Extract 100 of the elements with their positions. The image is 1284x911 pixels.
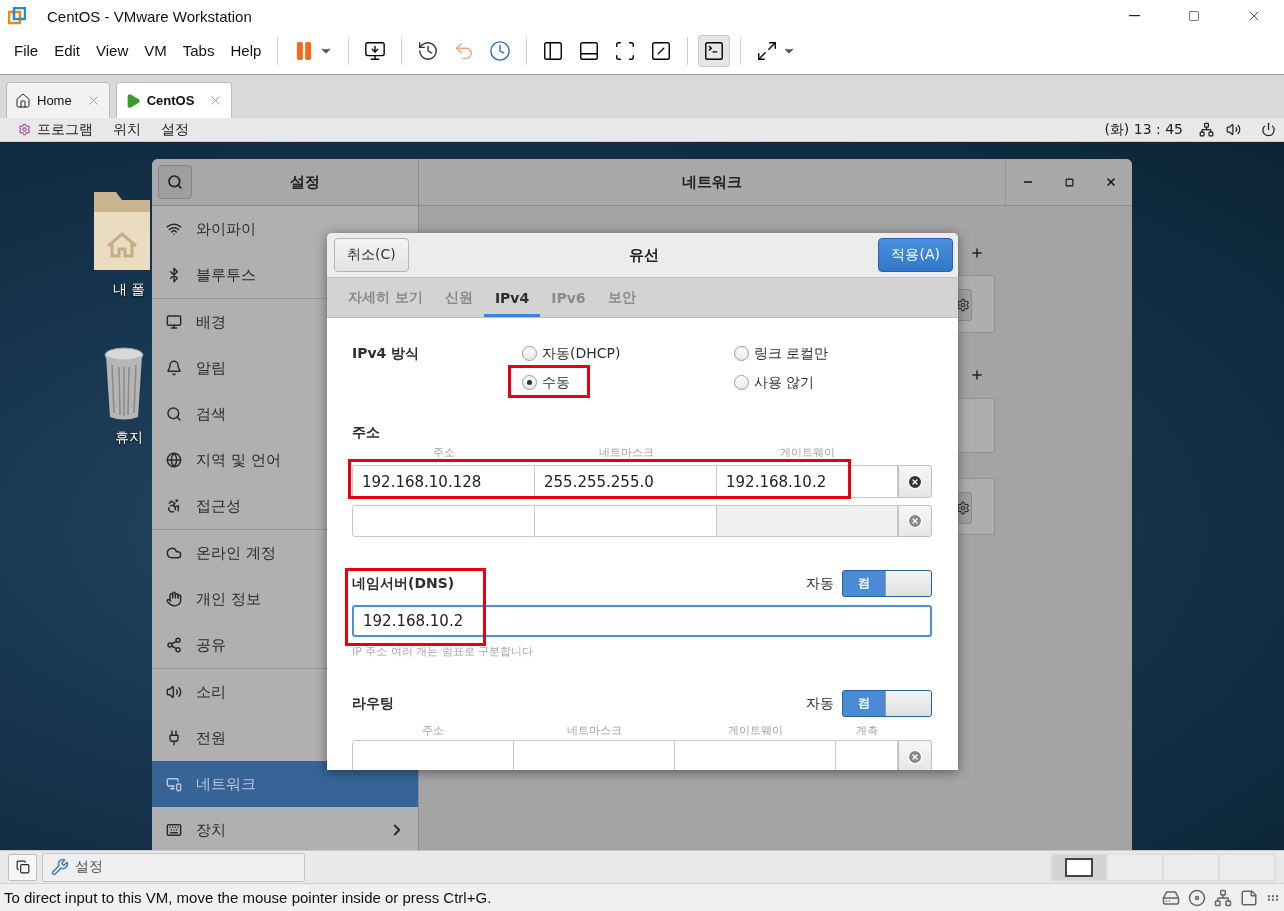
search-button[interactable] <box>158 165 192 199</box>
close-icon <box>1104 176 1117 188</box>
radio-option[interactable]: 자동(DHCP) <box>522 344 734 363</box>
section-label: 네임서버(DNS) <box>352 574 455 593</box>
clear-icon <box>907 513 923 529</box>
add-button[interactable] <box>970 368 984 382</box>
address-field[interactable] <box>535 505 717 537</box>
console-icon <box>703 39 726 62</box>
dialog-tab[interactable]: IPv4 <box>483 278 541 317</box>
menu-item[interactable]: File <box>6 38 47 63</box>
menu-item[interactable]: Edit <box>46 38 89 63</box>
vm-tab[interactable]: Home <box>6 82 110 118</box>
monitor-arrow-icon <box>364 39 387 62</box>
gear-icon <box>956 298 970 312</box>
power-icon <box>1261 122 1276 137</box>
section-label: 라우팅 <box>352 694 394 713</box>
dialog-title: 유선 <box>628 245 659 265</box>
column-header: 게이트웨이 <box>779 446 836 460</box>
route-field[interactable] <box>675 740 836 770</box>
column-header: 주소 <box>421 724 445 738</box>
hint-text: IP 주소 여러 개는 쉼표로 구분합니다 <box>352 646 535 658</box>
menu-item[interactable]: Tabs <box>174 38 223 63</box>
dns-field[interactable]: 192.168.10.2 <box>352 605 932 637</box>
route-field[interactable] <box>514 740 675 770</box>
desktop-icon-label: 휴지 <box>115 429 143 447</box>
network-icon <box>1214 888 1232 907</box>
window-title: 설정 <box>290 172 320 192</box>
workspace-button[interactable] <box>1052 854 1106 880</box>
bell-icon <box>166 360 182 376</box>
sidebar-item[interactable]: 전원 <box>152 715 418 761</box>
note-icon <box>1240 888 1258 907</box>
share-icon <box>166 637 182 653</box>
windows-icon <box>15 860 30 874</box>
route-field[interactable] <box>836 740 898 770</box>
desktop-icon-label: 내 폴 <box>113 281 146 299</box>
method-label: IPv4 방식 <box>352 344 421 363</box>
radio-option[interactable]: 링크 로컬만 <box>734 344 932 363</box>
auto-label: 자동 <box>806 694 834 713</box>
menu-item[interactable]: VM <box>136 38 175 63</box>
plug-icon <box>166 730 182 746</box>
cancel-button[interactable]: 취소(C) <box>334 238 409 272</box>
hand-icon <box>166 591 182 607</box>
keyboard-icon <box>166 822 182 838</box>
search-icon <box>166 406 182 422</box>
sidebar-item[interactable]: 네트워크 <box>152 761 418 807</box>
stretch-icon <box>756 39 779 62</box>
column-header: 네트마스크 <box>597 446 655 460</box>
menu-item[interactable]: View <box>88 38 137 63</box>
toggle-switch[interactable]: 켬 <box>842 570 932 597</box>
trash-icon <box>104 347 144 421</box>
vm-tab[interactable]: CentOS <box>115 82 233 118</box>
network-icon <box>1199 122 1214 137</box>
section-label: 주소 <box>352 423 381 442</box>
disc-icon <box>1188 888 1206 907</box>
radio-option[interactable]: 수동 <box>522 373 734 392</box>
monitor-icon <box>166 314 182 330</box>
minimize-icon <box>1128 15 1140 17</box>
wrench-icon <box>51 858 69 876</box>
address-field[interactable] <box>352 505 535 537</box>
clear-icon <box>907 748 923 765</box>
wifi-icon <box>166 221 182 237</box>
clear-button[interactable] <box>898 465 932 498</box>
cloud-icon <box>166 545 182 561</box>
show-desktop-button[interactable] <box>8 853 37 881</box>
vmware-logo-icon <box>8 7 26 25</box>
column-header: 네트마스크 <box>566 724 623 738</box>
window-title: CentOS - VMware Workstation <box>47 7 252 25</box>
clear-icon <box>907 473 923 490</box>
crossed-square-icon <box>650 39 673 62</box>
maximize-icon <box>1188 10 1200 22</box>
network-icon <box>166 776 182 792</box>
top-bar-menu[interactable]: 위치 <box>103 120 151 139</box>
column-header: 계측 <box>855 724 879 738</box>
plus-icon <box>970 368 984 382</box>
column-header: 주소 <box>431 446 456 460</box>
auto-label: 자동 <box>806 574 834 593</box>
menu-item[interactable]: Help <box>222 38 270 63</box>
add-button[interactable] <box>970 246 984 260</box>
pane-title: 네트워크 <box>682 172 742 192</box>
maximize-button[interactable] <box>1062 175 1076 189</box>
home-icon <box>15 92 31 109</box>
sidebar-item[interactable]: 온라인 계정 <box>152 530 418 576</box>
plus-icon <box>970 246 984 260</box>
search-icon <box>167 174 183 190</box>
accessibility-icon <box>166 498 182 514</box>
top-bar-menu[interactable]: 프로그램 <box>8 120 103 139</box>
sidebar-panel-icon <box>542 39 565 62</box>
column-header: 게이트웨이 <box>727 724 784 738</box>
taskbar-item[interactable]: 설정 <box>42 852 305 882</box>
sidebar-item[interactable]: 장치 <box>152 807 418 850</box>
apply-button[interactable]: 적용(A) <box>878 238 953 272</box>
toggle-switch[interactable]: 켬 <box>842 690 932 717</box>
folder-icon <box>92 190 150 272</box>
top-bar-menu[interactable]: 설정 <box>151 120 199 139</box>
radio-option[interactable]: 사용 않기 <box>734 373 932 392</box>
fullscreen-icon <box>614 39 637 62</box>
toolbar-button[interactable] <box>698 34 731 67</box>
route-field[interactable] <box>352 740 514 770</box>
speaker-icon <box>166 684 182 700</box>
volume-icon <box>1226 122 1241 137</box>
